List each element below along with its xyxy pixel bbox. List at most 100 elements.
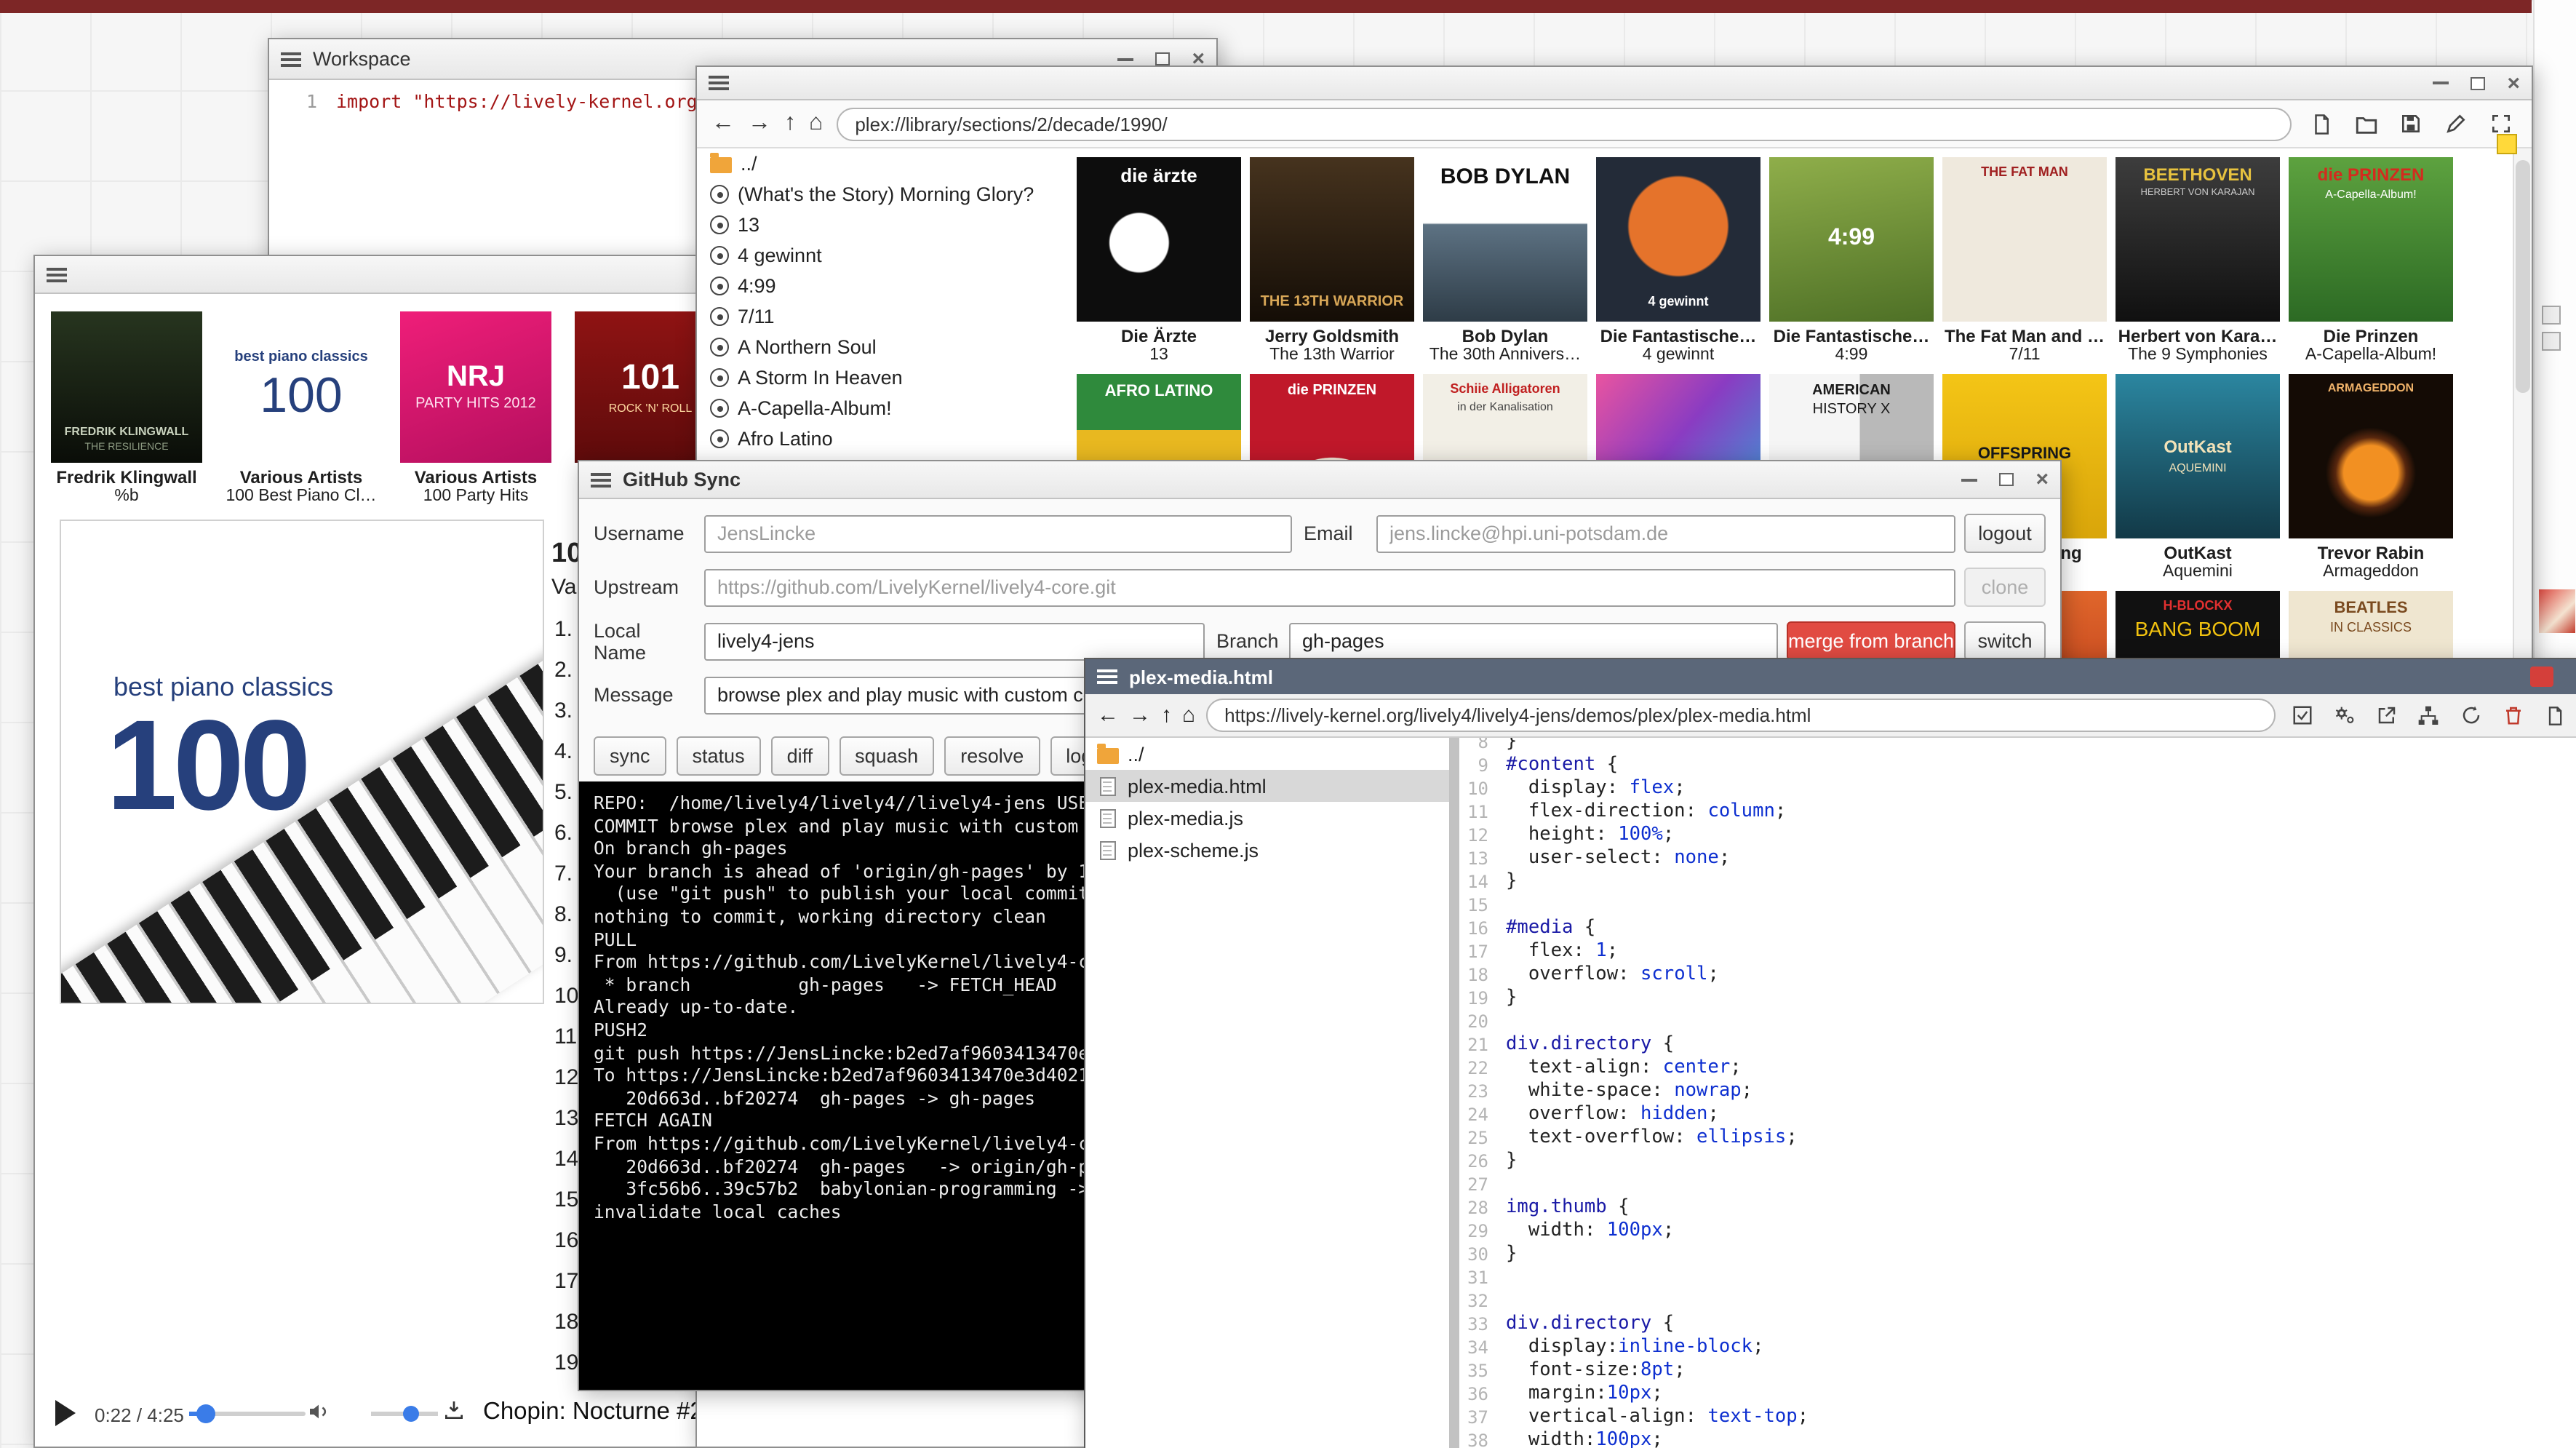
panel-scrollbar[interactable] xyxy=(1449,738,1459,1448)
album-cover[interactable]: THE FAT MAN xyxy=(1942,157,2107,322)
gears-icon[interactable] xyxy=(2328,699,2360,731)
git-action-button[interactable]: status xyxy=(677,736,761,776)
git-action-button[interactable]: squash xyxy=(839,736,934,776)
folder-icon[interactable] xyxy=(2350,108,2382,140)
edit-pencil-icon[interactable] xyxy=(2440,108,2472,140)
home-icon[interactable]: ⌂ xyxy=(809,112,823,135)
file-list-item[interactable]: ../ xyxy=(697,148,1075,179)
maximize-icon[interactable] xyxy=(1999,473,2014,486)
minimize-icon[interactable] xyxy=(1961,478,1977,481)
address-bar[interactable] xyxy=(836,107,2292,140)
sitemap-icon[interactable] xyxy=(2412,699,2444,731)
close-icon[interactable] xyxy=(2530,667,2553,687)
album-cover[interactable]: 4:99 xyxy=(1769,157,1934,322)
merge-from-branch-button[interactable]: merge from branch xyxy=(1787,621,1955,661)
git-action-button[interactable]: sync xyxy=(594,736,666,776)
local-name-input[interactable] xyxy=(704,622,1205,660)
file-list-item[interactable]: plex-scheme.js xyxy=(1085,834,1449,866)
file-list-item[interactable]: A-Capella-Album! xyxy=(697,393,1075,423)
upstream-input[interactable] xyxy=(704,568,1955,606)
code-row: 25 text-overflow: ellipsis; xyxy=(1459,1126,2576,1150)
github-titlebar[interactable]: GitHub Sync × xyxy=(579,461,2060,499)
save-icon[interactable] xyxy=(2395,108,2427,140)
refresh-icon[interactable] xyxy=(2455,699,2487,731)
album-cover[interactable]: BEETHOVEN HERBERT VON KARAJAN xyxy=(2116,157,2280,322)
back-icon[interactable]: ← xyxy=(1097,704,1119,726)
mini-doc-icon[interactable] xyxy=(2542,306,2561,325)
file-list-item[interactable]: A Storm In Heaven xyxy=(697,362,1075,393)
album-cover-subtext: THE RESILIENCE xyxy=(84,442,168,454)
up-icon[interactable]: ↑ xyxy=(784,112,796,135)
checkbox-icon[interactable] xyxy=(2286,699,2318,731)
home-icon[interactable]: ⌂ xyxy=(1182,704,1195,726)
window-menu-icon[interactable] xyxy=(591,472,611,487)
git-action-button[interactable]: resolve xyxy=(944,736,1040,776)
volume-slider[interactable] xyxy=(371,1412,438,1416)
window-menu-icon[interactable] xyxy=(1097,669,1117,684)
album-detail-cover[interactable]: best piano classics 100 xyxy=(60,520,544,1004)
plex-titlebar[interactable]: × xyxy=(697,67,2532,100)
logout-button[interactable]: logout xyxy=(1964,514,2046,553)
file-list-item[interactable]: (What's the Story) Morning Glory? xyxy=(697,179,1075,210)
file-list-item[interactable]: plex-media.js xyxy=(1085,802,1449,834)
clone-button[interactable]: clone xyxy=(1964,568,2046,607)
seek-handle[interactable] xyxy=(196,1404,215,1423)
download-icon[interactable] xyxy=(442,1399,466,1429)
username-input[interactable] xyxy=(704,514,1292,552)
album-cover[interactable]: NRJ PARTY HITS 2012 xyxy=(400,311,551,463)
album-cover[interactable]: best piano classics 100 xyxy=(226,311,377,463)
seek-slider[interactable] xyxy=(189,1412,306,1416)
window-menu-icon[interactable] xyxy=(47,267,67,282)
notification-badge[interactable] xyxy=(2497,134,2517,154)
album-cover[interactable]: BOB DYLAN xyxy=(1423,157,1587,322)
window-menu-icon[interactable] xyxy=(281,52,301,66)
maximize-icon[interactable] xyxy=(2471,76,2485,89)
code-editor[interactable]: 8 } 9 #content { 10 display: flex; xyxy=(1459,738,2576,1448)
switch-branch-button[interactable]: switch xyxy=(1964,621,2046,661)
file-list-item[interactable]: 7/11 xyxy=(697,301,1075,332)
new-file-icon[interactable] xyxy=(2539,699,2571,731)
album-cover[interactable]: THE 13TH WARRIOR xyxy=(1250,157,1414,322)
line-number: 9 xyxy=(1459,754,1506,777)
file-list-item[interactable]: 13 xyxy=(697,210,1075,240)
git-action-button[interactable]: diff xyxy=(771,736,829,776)
code-line: font-size:8pt; xyxy=(1506,1359,1686,1383)
album-cover[interactable]: FREDRIK KLINGWALL THE RESILIENCE xyxy=(51,311,202,463)
minimize-icon[interactable] xyxy=(2433,81,2449,84)
file-list-item[interactable]: A Northern Soul xyxy=(697,332,1075,362)
mini-doc-icon[interactable] xyxy=(2542,332,2561,351)
external-link-icon[interactable] xyxy=(2370,699,2402,731)
editor-titlebar[interactable]: plex-media.html xyxy=(1085,659,2576,694)
forward-icon[interactable]: → xyxy=(748,112,771,135)
close-icon[interactable]: × xyxy=(2035,469,2049,490)
window-menu-icon[interactable] xyxy=(709,76,729,90)
volume-icon[interactable] xyxy=(307,1400,330,1431)
file-list-item[interactable]: Afro Latino xyxy=(697,423,1075,454)
file-list-item[interactable]: ../ xyxy=(1085,738,1449,770)
minimize-icon[interactable] xyxy=(1117,57,1133,60)
close-icon[interactable]: × xyxy=(2507,72,2520,94)
album-cover[interactable]: 4 gewinnt xyxy=(1596,157,1760,322)
file-list-item[interactable]: plex-media.html xyxy=(1085,770,1449,802)
branch-input[interactable] xyxy=(1289,622,1778,660)
album-cover[interactable]: OutKast AQUEMINI xyxy=(2116,374,2280,538)
up-icon[interactable]: ↑ xyxy=(1161,704,1172,726)
back-icon[interactable]: ← xyxy=(711,112,735,135)
delete-trash-icon[interactable] xyxy=(2497,699,2529,731)
album-title: The 9 Symphonies xyxy=(2116,346,2280,364)
album-cover[interactable]: ARMAGEDDON xyxy=(2289,374,2453,538)
address-bar[interactable] xyxy=(1205,699,2276,732)
album-cover[interactable]: die ärzte xyxy=(1077,157,1241,322)
new-file-icon[interactable] xyxy=(2305,108,2337,140)
album-item: THE FAT MAN The Fat Man and … 7/11 xyxy=(1942,157,2107,364)
play-button[interactable] xyxy=(55,1400,76,1426)
file-list-item[interactable]: 4 gewinnt xyxy=(697,240,1075,271)
file-list-item[interactable]: 4:99 xyxy=(697,271,1075,301)
file-label: plex-media.html xyxy=(1128,775,1267,797)
volume-handle[interactable] xyxy=(403,1406,419,1422)
scrollbar-thumb[interactable] xyxy=(2516,160,2530,393)
forward-icon[interactable]: → xyxy=(1129,704,1151,726)
maximize-icon[interactable] xyxy=(1155,52,1170,65)
email-input[interactable] xyxy=(1376,514,1955,552)
album-cover[interactable]: die PRINZEN A-Capella-Album! xyxy=(2289,157,2453,322)
